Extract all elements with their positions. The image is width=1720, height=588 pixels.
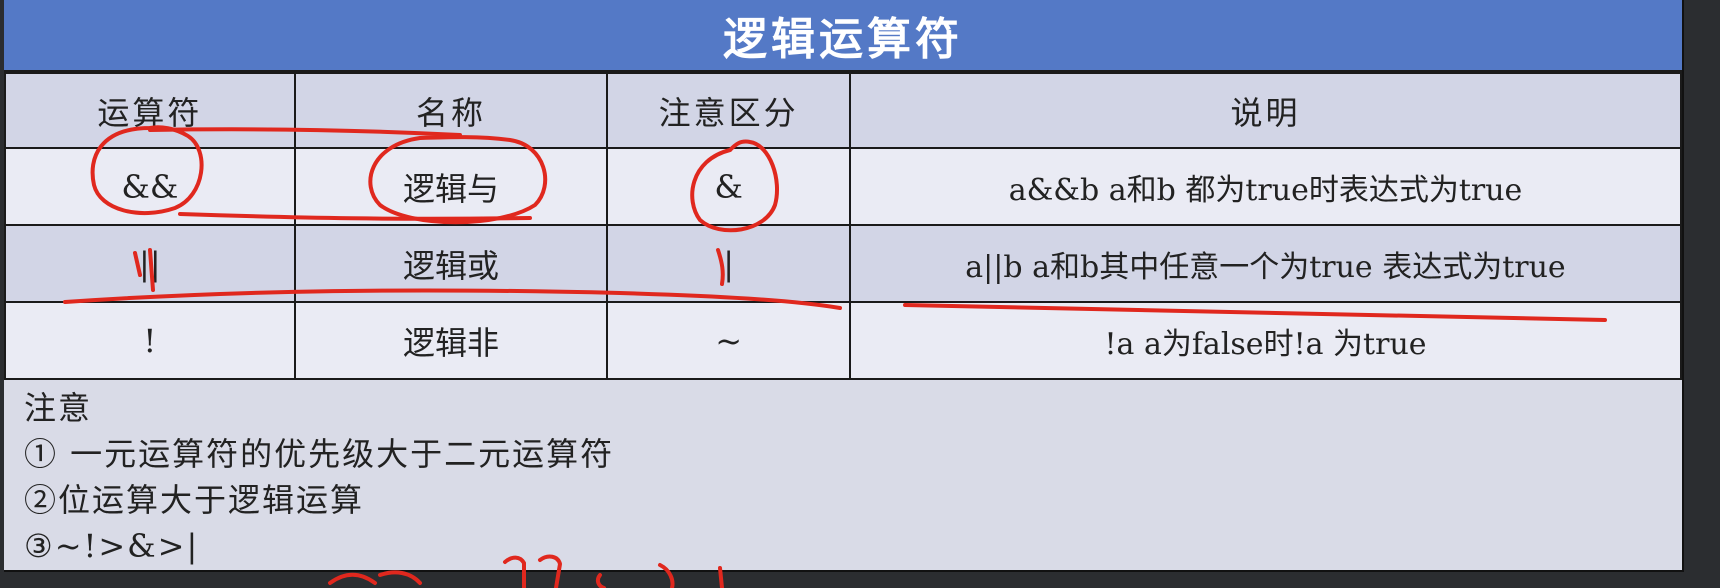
scribble-stroke — [378, 570, 422, 585]
slide: 逻辑运算符 运算符 名称 注意区分 说明 && 逻辑与 & a&&b a和b 都… — [4, 0, 1684, 572]
cell-description: !a a为false时!a 为true — [848, 301, 1683, 380]
cell-distinguish: | — [606, 224, 851, 303]
slide-title: 逻辑运算符 — [4, 0, 1682, 72]
cell-description: a||b a和b其中任意一个为true 表达式为true — [848, 224, 1683, 303]
header-distinguish: 注意区分 — [606, 72, 851, 149]
cell-description: a&&b a和b 都为true时表达式为true — [848, 147, 1683, 226]
notes-block: 注意 ① 一元运算符的优先级大于二元运算符 ②位运算大于逻辑运算 ③~!>&>| — [24, 385, 614, 569]
header-operator: 运算符 — [4, 72, 296, 149]
notes-heading: 注意 — [24, 389, 93, 427]
cell-distinguish: ~ — [606, 301, 851, 380]
table-header-row: 运算符 名称 注意区分 说明 — [4, 72, 1683, 149]
scribble-stroke — [595, 573, 606, 588]
cell-name: 逻辑或 — [293, 224, 609, 303]
table-row: || 逻辑或 | a||b a和b其中任意一个为true 表达式为true — [4, 224, 1683, 303]
note-item: ① 一元运算符的优先级大于二元运算符 — [24, 435, 615, 473]
table-row: ! 逻辑非 ~ !a a为false时!a 为true — [4, 301, 1683, 380]
cell-distinguish: & — [606, 147, 851, 226]
operator-table: 运算符 名称 注意区分 说明 && 逻辑与 & a&&b a和b 都为true时… — [4, 72, 1683, 380]
note-item: ②位运算大于逻辑运算 — [24, 481, 365, 519]
scribble-stroke — [328, 572, 377, 585]
note-item: ③~!>&>| — [24, 527, 200, 565]
cell-operator: ! — [4, 301, 296, 380]
cell-operator: && — [4, 147, 296, 226]
cell-name: 逻辑非 — [293, 301, 609, 380]
header-name: 名称 — [293, 72, 609, 149]
header-description: 说明 — [848, 72, 1683, 149]
table-row: && 逻辑与 & a&&b a和b 都为true时表达式为true — [4, 147, 1683, 226]
cell-operator: || — [4, 224, 296, 303]
cell-name: 逻辑与 — [293, 147, 609, 226]
